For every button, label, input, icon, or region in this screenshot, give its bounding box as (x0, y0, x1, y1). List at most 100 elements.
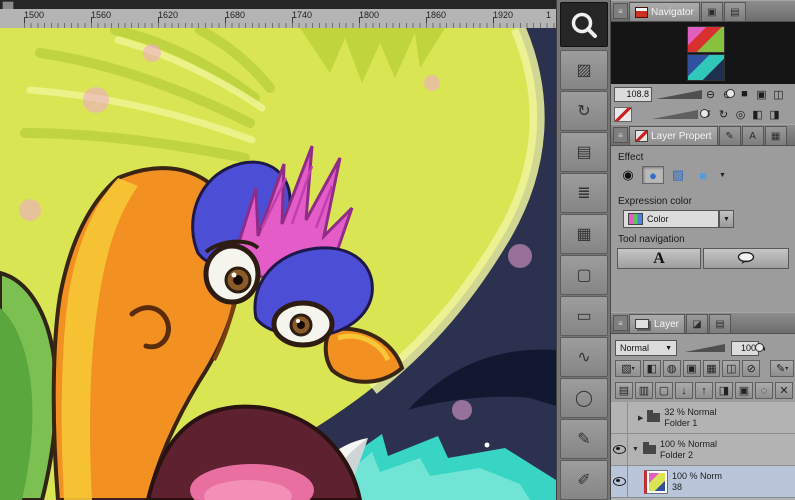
create-mask-icon[interactable]: ◨ (715, 382, 733, 399)
chevron-down-icon: ▾ (785, 365, 788, 372)
canvas-artwork[interactable] (0, 28, 556, 500)
new-vector-layer-icon[interactable]: ▥ (635, 382, 653, 399)
expression-color-dropdown[interactable]: Color (623, 210, 719, 228)
layer-color-effect-icon[interactable]: ■ (692, 166, 714, 184)
fit-screen-icon[interactable]: ■ (736, 86, 753, 102)
layer-name[interactable]: Folder 1 (664, 418, 716, 429)
folder-tool-button[interactable]: ▭ (560, 296, 608, 336)
visibility-cell[interactable] (611, 466, 628, 497)
tone-effect-icon[interactable]: ● (642, 166, 664, 184)
delete-layer-icon[interactable]: ✕ (775, 382, 793, 399)
text-tab-icon: A (749, 131, 756, 142)
folder-open-button[interactable]: ▢ (560, 255, 608, 295)
tab-layer-comp[interactable]: ▤ (709, 314, 731, 333)
speech-balloon-icon (737, 252, 755, 265)
layer-stack-button[interactable]: ≣ (560, 173, 608, 213)
tab-subview[interactable]: ▣ (701, 2, 723, 21)
panel-menu-icon[interactable]: ≡ (613, 127, 628, 143)
merge-down-icon[interactable]: ↑ (695, 382, 713, 399)
layer-row-folder-1[interactable]: ▶ 32 % Normal Folder 1 (611, 402, 795, 434)
layer-row-folder-2[interactable]: ▼ 100 % Normal Folder 2 (611, 434, 795, 466)
zoom-slider-knob[interactable] (726, 89, 735, 98)
image-tool-button[interactable]: ▨ (560, 50, 608, 90)
text-tool-nav-button[interactable]: A (617, 248, 701, 269)
layer-options-row: ▧ ▾ ◧ ◍ ▣ ▦ ◫ ⊘ ✎ ▾ (611, 358, 795, 379)
grid-tool-button[interactable]: ▦ (560, 214, 608, 254)
zoom-100-icon[interactable]: ▣ (753, 86, 770, 102)
rotate-slider-knob[interactable] (700, 109, 709, 118)
opacity-slider-knob[interactable] (755, 343, 764, 352)
layer-stack-icon: ≣ (577, 183, 590, 203)
clip-to-layer-icon[interactable]: ◧ (643, 360, 661, 377)
new-layer-icon[interactable]: ▤ (615, 382, 633, 399)
rotate-view-button[interactable]: ↻ (560, 91, 608, 131)
brush-shape-combo[interactable]: ▧ ▾ (615, 360, 641, 377)
layer-actions-row: ▤ ▥ ▢ ↓ ↑ ◨ ▣ ◌ ✕ (611, 380, 795, 401)
visibility-cell[interactable] (611, 402, 628, 433)
magnifier-icon (570, 11, 598, 39)
color-mode-chip-icon (628, 213, 643, 225)
layer-thumbnail[interactable] (644, 470, 668, 494)
rotate-reset-icon[interactable]: ◎ (732, 106, 749, 122)
tab-layer-property[interactable]: Layer Propert (629, 126, 718, 145)
lock-layer-icon[interactable]: ▣ (683, 360, 701, 377)
zoom-slider[interactable] (656, 90, 702, 99)
layer-row-38[interactable]: 100 % Norm 38 (611, 466, 795, 498)
effect-dropdown-icon[interactable]: ▼ (719, 172, 726, 179)
fit-width-icon[interactable]: ◫ (770, 86, 787, 102)
visibility-cell[interactable] (611, 434, 628, 465)
rotate-slider[interactable] (652, 110, 698, 119)
pencil-icon: ✎ (776, 362, 785, 375)
rotate-reset-pen-icon[interactable] (614, 107, 632, 122)
layer-tab-icon (635, 319, 649, 329)
expression-color-control: Color ▼ (623, 210, 734, 228)
apply-mask-icon[interactable]: ▣ (735, 382, 753, 399)
waves-tool-button[interactable]: ∿ (560, 337, 608, 377)
pen-alt-tool-button[interactable]: ✐ (560, 460, 608, 500)
eye-icon[interactable] (613, 445, 626, 454)
layer-name[interactable]: 38 (672, 482, 722, 493)
ruler-label: 1680 (225, 10, 245, 20)
zoom-tool-button[interactable] (560, 2, 608, 47)
tab-brush-settings[interactable]: ✎ (719, 126, 741, 145)
ruler-layer-icon[interactable]: ⊘ (742, 360, 760, 377)
expand-icon[interactable]: ▼ (632, 446, 639, 453)
expand-icon[interactable]: ▶ (638, 414, 643, 422)
blend-mode-dropdown[interactable]: Normal ▼ (615, 340, 677, 356)
transfer-down-icon[interactable]: ↓ (675, 382, 693, 399)
draw-target-combo[interactable]: ✎ ▾ (770, 360, 794, 377)
border-effect-icon[interactable]: ◉ (617, 166, 639, 184)
enable-mask-icon[interactable]: ◫ (722, 360, 740, 377)
tab-text-settings[interactable]: A (742, 126, 764, 145)
reference-layer-icon[interactable]: ◍ (663, 360, 681, 377)
eye-icon[interactable] (613, 477, 626, 486)
tab-navigator[interactable]: Navigator (629, 2, 700, 21)
flip-vertical-icon[interactable]: ◨ (766, 106, 783, 122)
pen-tool-button[interactable]: ✎ (560, 419, 608, 459)
panel-menu-icon[interactable]: ≡ (613, 3, 628, 19)
new-folder-icon[interactable]: ▢ (655, 382, 673, 399)
expression-color-dropdown-button[interactable]: ▼ (719, 210, 734, 228)
zoom-out-icon[interactable]: ⊖ (702, 86, 719, 102)
tab-layer-search[interactable]: ◪ (686, 314, 708, 333)
tab-grid-settings[interactable]: ▦ (765, 126, 787, 145)
ruler-label: 1740 (292, 10, 312, 20)
canvas-area[interactable]: 1500 1560 1620 1680 1740 1800 1860 1920 … (0, 0, 556, 500)
halftone-effect-icon[interactable]: ▨ (667, 166, 689, 184)
layer-tab-label: Layer (654, 319, 679, 330)
navigator-preview[interactable] (611, 22, 795, 85)
rotate-right-icon[interactable]: ↻ (715, 106, 732, 122)
zoom-value-field[interactable]: 108.8 (614, 87, 652, 102)
panel-menu-icon[interactable]: ≡ (613, 315, 628, 331)
balloon-tool-nav-button[interactable] (703, 248, 789, 269)
secondary-icon[interactable]: ◌ (755, 382, 773, 399)
layer-name[interactable]: Folder 2 (660, 450, 717, 461)
ruler-label: 1860 (426, 10, 446, 20)
flip-horizontal-icon[interactable]: ◧ (749, 106, 766, 122)
opacity-slider[interactable] (685, 344, 725, 352)
tab-item-bank[interactable]: ▤ (724, 2, 746, 21)
lock-transparent-icon[interactable]: ▦ (703, 360, 721, 377)
tab-layer[interactable]: Layer (629, 314, 685, 333)
paper-tool-button[interactable]: ▤ (560, 132, 608, 172)
lasso-tool-button[interactable]: ◯ (560, 378, 608, 418)
